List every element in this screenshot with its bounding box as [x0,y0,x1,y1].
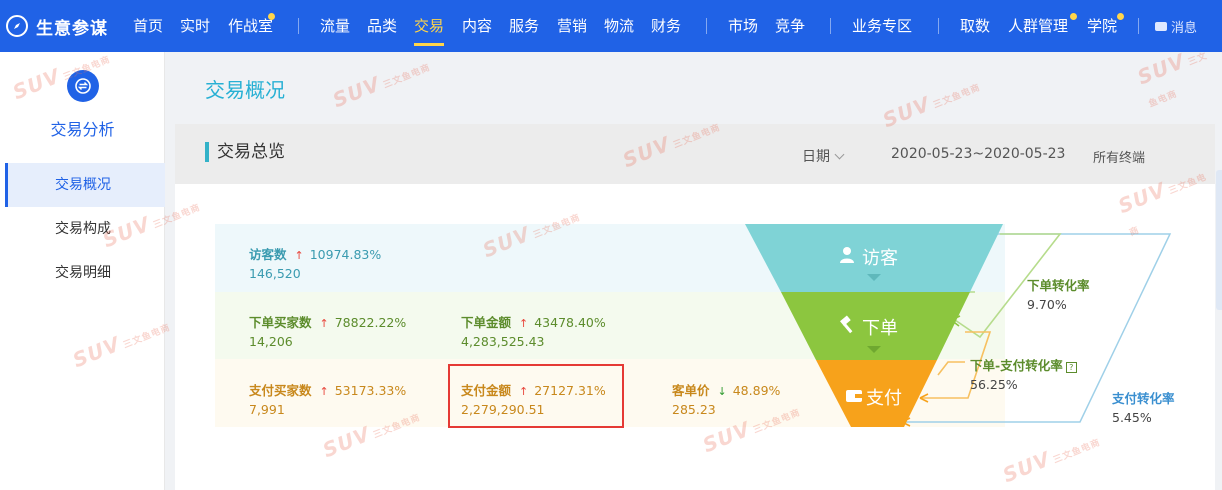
metric-label: 下单金额 [461,315,512,330]
sidebar-title: 交易分析 [50,120,115,139]
nav-item-service[interactable]: 服务 [509,0,539,52]
conversion-value: 5.45% [1112,410,1152,425]
funnel-stage-orders-label[interactable]: 下单 [838,314,898,340]
conversion-label: 下单-支付转化率 [970,358,1063,373]
metric-value: 146,520 [249,266,301,281]
sidebar: 交易分析 交易概况 交易构成 交易明细 [0,52,165,490]
metric-visitors[interactable]: 访客数 ↑ 10974.83% 146,520 [249,244,381,281]
arrow-up-icon: ↑ [294,249,304,262]
user-icon [838,246,856,269]
sidebar-item-trade-detail[interactable]: 交易明细 [5,251,165,295]
sidebar-header: 交易分析 [0,70,165,140]
nav-item-trade[interactable]: 交易 [414,0,445,52]
sidebar-item-trade-overview[interactable]: 交易概况 [5,163,165,207]
funnel-stage-text: 支付 [866,388,902,409]
nav-item-crowd[interactable]: 人群管理 [1008,0,1068,52]
nav-item-academy[interactable]: 学院 [1087,0,1117,52]
sidebar-item-trade-composition[interactable]: 交易构成 [5,207,165,251]
nav-item-category[interactable]: 品类 [367,0,397,52]
metric-order-amount[interactable]: 下单金额 ↑ 43478.40% 4,283,525.43 [461,312,606,349]
nav-item-traffic[interactable]: 流量 [320,0,350,52]
nav-item-marketing[interactable]: 营销 [557,0,587,52]
brand-name: 生意参谋 [36,18,108,39]
section-title: 交易总览 [205,142,285,162]
metric-order-buyers[interactable]: 下单买家数 ↑ 78822.22% 14,206 [249,312,406,349]
top-nav: 生意参谋 首页 实时 作战室 流量 品类 交易 内容 服务 营销 物流 财务 市… [0,0,1222,52]
metric-change: 43478.40% [534,315,606,330]
nav-item-finance[interactable]: 财务 [651,0,681,52]
funnel-stage-text: 访客 [862,248,898,269]
compass-icon [6,15,28,37]
date-selector[interactable]: 日期 [802,146,845,166]
metric-pay-buyers[interactable]: 支付买家数 ↑ 53173.33% 7,991 [249,380,406,417]
metric-label: 下单买家数 [249,315,312,330]
funnel-stage-visitors-label[interactable]: 访客 [838,244,898,270]
brand[interactable]: 生意参谋 [6,0,108,52]
nav-badge-dot [1070,13,1077,20]
conversion-order-rate[interactable]: 下单转化率 9.70% [1027,275,1090,312]
arrow-up-icon: ↑ [319,385,329,398]
date-label: 日期 [802,149,830,165]
conversion-label: 下单转化率 [1027,278,1090,293]
highlight-box [448,364,624,428]
wallet-icon [846,387,862,408]
nav-item-warroom[interactable]: 作战室 [228,0,273,52]
nav-item-compete[interactable]: 竞争 [775,0,805,52]
metric-label: 支付买家数 [249,383,312,398]
nav-item-realtime[interactable]: 实时 [180,0,210,52]
arrow-up-icon: ↑ [519,317,529,330]
arrow-up-icon: ↑ [319,317,329,330]
side-panel-handle[interactable] [1216,170,1222,310]
nav-item-content[interactable]: 内容 [462,0,492,52]
nav-divider [298,18,299,34]
metric-value: 14,206 [249,334,293,349]
nav-divider [938,18,939,34]
metric-label: 客单价 [672,383,710,398]
hammer-icon [838,314,858,340]
envelope-icon [1155,21,1167,31]
metric-change: 10974.83% [309,247,382,262]
terminal-selector[interactable]: 所有终端 [1093,147,1145,166]
conversion-value: 56.25% [970,377,1018,392]
nav-divider [830,18,831,34]
funnel-stage-text: 下单 [862,318,898,339]
help-icon[interactable]: ? [1065,362,1077,373]
watermark: SUV三文鱼电商 [329,62,433,113]
nav-divider [706,18,707,34]
metric-change: 78822.22% [334,315,407,330]
funnel-stage-payments-label[interactable]: 支付 [846,384,902,410]
message-label: 消息 [1171,20,1198,36]
conversion-order-pay-rate[interactable]: 下单-支付转化率? 56.25% [970,355,1077,392]
nav-item-market[interactable]: 市场 [728,0,758,52]
conversion-label: 支付转化率 [1112,391,1175,406]
metric-value: 4,283,525.43 [461,334,545,349]
conversion-value: 9.70% [1027,297,1067,312]
chevron-down-icon [834,149,845,160]
message-button[interactable]: 消息 [1155,0,1197,52]
date-range[interactable]: 2020-05-23~2020-05-23 [891,146,1065,162]
nav-item-fetch[interactable]: 取数 [960,0,990,52]
arrow-down-icon: ↓ [717,385,727,398]
nav-badge-dot [268,13,275,20]
nav-badge-dot [1117,13,1124,20]
exchange-icon [66,70,99,102]
conversion-pay-rate[interactable]: 支付转化率 5.45% [1112,388,1175,425]
page-title: 交易概况 [205,78,285,102]
metric-value: 7,991 [249,402,285,417]
nav-item-business-zone[interactable]: 业务专区 [852,0,912,52]
metric-label: 访客数 [249,247,287,262]
nav-item-logistics[interactable]: 物流 [604,0,634,52]
nav-item-home[interactable]: 首页 [133,0,163,52]
nav-divider [1138,18,1139,34]
section-header: 交易总览 日期 2020-05-23~2020-05-23 所有终端 [175,124,1215,184]
metric-change: 53173.33% [334,383,407,398]
